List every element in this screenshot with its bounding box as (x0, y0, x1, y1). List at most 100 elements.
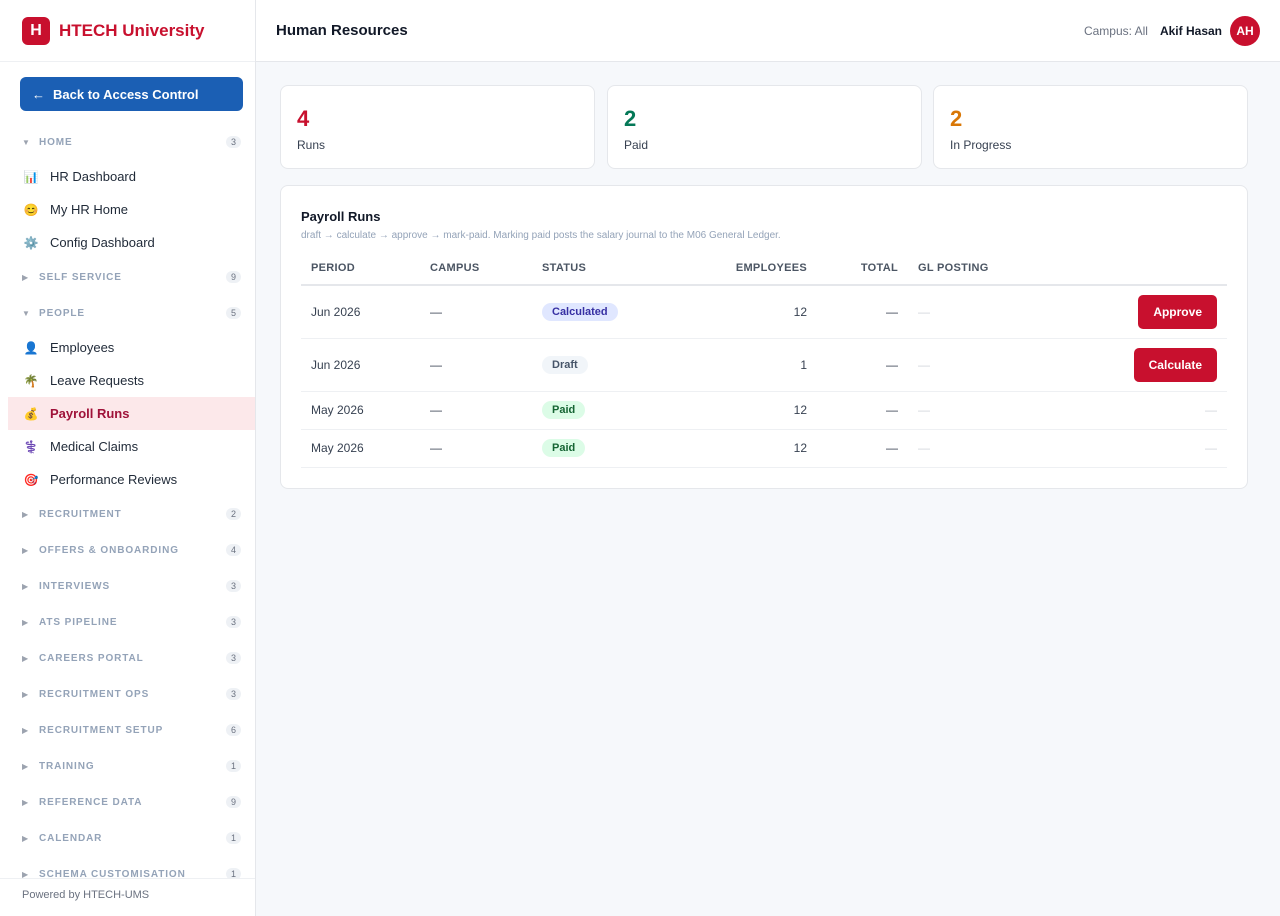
table-row[interactable]: May 2026 — Paid 12 — — — (301, 429, 1227, 468)
section-careers-portal[interactable]: ▶ CAREERS PORTAL 3 (0, 640, 255, 676)
section-self-service[interactable]: ▶ SELF SERVICE 9 (0, 259, 255, 295)
section-recruitment-setup[interactable]: ▶ RECRUITMENT SETUP 6 (0, 712, 255, 748)
stat-value: 2 (624, 106, 637, 131)
sidebar-item-payroll-runs[interactable]: 💰 Payroll Runs (8, 397, 255, 430)
sidebar-item-my-hr-home[interactable]: 😊 My HR Home (0, 193, 255, 226)
powered-by: Powered by HTECH-UMS (0, 878, 255, 916)
user-name[interactable]: Akif Hasan (1160, 24, 1222, 38)
sidebar-item-performance-reviews[interactable]: 🎯 Performance Reviews (0, 463, 255, 496)
cell-gl-posting: — (908, 338, 1028, 392)
sidebar-item-label: Performance Reviews (50, 472, 178, 487)
sidebar-item-medical-claims[interactable]: ⚕️ Medical Claims (0, 430, 255, 463)
sidebar-item-employees[interactable]: 👤 Employees (0, 331, 255, 364)
section-label: HOME (39, 136, 73, 148)
column-header-total[interactable]: TOTAL (817, 252, 908, 286)
section-reference-data[interactable]: ▶ REFERENCE DATA 9 (0, 784, 255, 820)
cell-employees: 1 (662, 338, 817, 392)
column-header-period[interactable]: PERIOD (301, 252, 420, 286)
section-label: RECRUITMENT SETUP (39, 724, 164, 736)
column-header-status[interactable]: STATUS (532, 252, 662, 286)
caret-right-icon: ▶ (22, 869, 29, 879)
section-count: 5 (225, 307, 241, 319)
collapsed-sections: ▶ RECRUITMENT 2 ▶ OFFERS & ONBOARDING 4 ▶ INTER… (0, 496, 255, 878)
status-badge: Draft (542, 355, 588, 374)
stat-label: In Progress (950, 138, 1012, 152)
section-count: 1 (225, 832, 241, 844)
section-offers-onboarding[interactable]: ▶ OFFERS & ONBOARDING 4 (0, 532, 255, 568)
caret-right-icon: ▶ (22, 689, 29, 699)
brand-name: HTECH University (59, 20, 205, 40)
section-interviews[interactable]: ▶ INTERVIEWS 3 (0, 568, 255, 604)
cell-campus: — (420, 391, 532, 430)
column-header-employees[interactable]: EMPLOYEES (662, 252, 817, 286)
section-calendar[interactable]: ▶ CALENDAR 1 (0, 820, 255, 856)
avatar[interactable]: AH (1230, 15, 1260, 46)
caret-right-icon: ▶ (22, 617, 29, 627)
payroll-table: PERIOD CAMPUS STATUS EMPLOYEES TOTAL GL … (301, 252, 1227, 468)
section-schema-customisation[interactable]: ▶ SCHEMA CUSTOMISATION 1 (0, 856, 255, 878)
sidebar-item-hr-dashboard[interactable]: 📊 HR Dashboard (0, 160, 255, 193)
section-count: 3 (225, 688, 241, 700)
cell-gl-posting: — (908, 429, 1028, 468)
stat-label: Paid (624, 138, 649, 152)
section-label: CAREERS PORTAL (39, 652, 144, 664)
gear-icon: ⚙️ (23, 235, 39, 250)
section-label: PEOPLE (39, 307, 85, 319)
payroll-runs-card: Payroll Runs draft → calculate → approve… (280, 185, 1248, 489)
sidebar-item-config-dashboard[interactable]: ⚙️ Config Dashboard (0, 226, 255, 259)
section-ats-pipeline[interactable]: ▶ ATS PIPELINE 3 (0, 604, 255, 640)
section-people[interactable]: ▼ PEOPLE 5 (0, 295, 255, 331)
table-row[interactable]: May 2026 — Paid 12 — — — (301, 391, 1227, 430)
cell-total: — (817, 391, 908, 430)
section-label: OFFERS & ONBOARDING (39, 544, 179, 556)
caret-right-icon: ▶ (22, 272, 29, 282)
caret-down-icon: ▼ (22, 137, 30, 147)
calculate-button[interactable]: Calculate (1133, 347, 1217, 382)
cell-action: Approve (1028, 285, 1227, 339)
smiley-icon: 😊 (23, 202, 39, 217)
cell-action: Calculate (1028, 338, 1227, 392)
cell-status: Calculated (532, 285, 662, 339)
column-header-gl-posting[interactable]: GL POSTING (908, 252, 1028, 286)
cell-gl-posting: — (908, 285, 1028, 339)
cell-total: — (817, 338, 908, 392)
cell-campus: — (420, 429, 532, 468)
card-description: draft → calculate → approve → mark-paid.… (301, 230, 781, 241)
approve-button[interactable]: Approve (1138, 294, 1217, 329)
cell-status: Draft (532, 338, 662, 392)
cell-employees: 12 (662, 429, 817, 468)
sidebar-item-leave-requests[interactable]: 🌴 Leave Requests (0, 364, 255, 397)
section-home[interactable]: ▼ HOME 3 (0, 124, 255, 160)
section-count: 3 (225, 136, 241, 148)
section-label: SCHEMA CUSTOMISATION (39, 868, 186, 879)
table-row[interactable]: Jun 2026 — Calculated 12 — — Approve (301, 285, 1227, 339)
section-training[interactable]: ▶ TRAINING 1 (0, 748, 255, 784)
column-header-actions (1028, 252, 1227, 286)
table-row[interactable]: Jun 2026 — Draft 1 — — Calculate (301, 338, 1227, 392)
palm-tree-icon: 🌴 (23, 373, 39, 388)
section-recruitment[interactable]: ▶ RECRUITMENT 2 (0, 496, 255, 532)
person-icon: 👤 (23, 340, 39, 355)
back-button-label: Back to Access Control (53, 86, 199, 102)
arrow-left-icon: ← (32, 86, 45, 102)
section-label: TRAINING (39, 760, 95, 772)
section-recruitment-ops[interactable]: ▶ RECRUITMENT OPS 3 (0, 676, 255, 712)
caret-right-icon: ▶ (22, 833, 29, 843)
section-label: REFERENCE DATA (39, 796, 143, 808)
section-count: 2 (225, 508, 241, 520)
section-label: SELF SERVICE (39, 271, 122, 283)
stat-card-runs: 4 Runs (280, 85, 595, 169)
cell-gl-posting: — (908, 391, 1028, 430)
cell-campus: — (420, 285, 532, 339)
back-to-access-control-button[interactable]: ← Back to Access Control (20, 77, 243, 111)
section-count: 1 (225, 760, 241, 772)
cell-employees: 12 (662, 391, 817, 430)
column-header-campus[interactable]: CAMPUS (420, 252, 532, 286)
page-title: Human Resources (276, 22, 408, 39)
cell-action: — (1028, 429, 1227, 468)
campus-selector[interactable]: Campus: All (1084, 24, 1148, 38)
caret-right-icon: ▶ (22, 761, 29, 771)
brand[interactable]: H HTECH University (0, 0, 255, 62)
sidebar-nav: ▼ HOME 3 📊 HR Dashboard 😊 My HR Home ⚙️ … (0, 124, 255, 878)
section-count: 6 (225, 724, 241, 736)
